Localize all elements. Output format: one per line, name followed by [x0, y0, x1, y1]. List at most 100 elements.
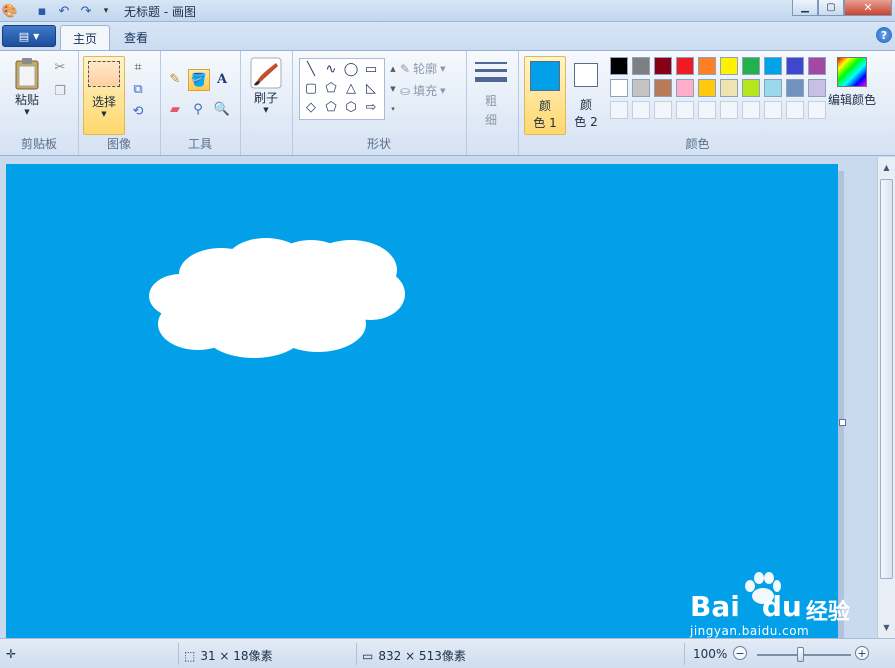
palette-swatch[interactable]: [654, 57, 672, 75]
shapes-more-icon[interactable]: ▾: [383, 99, 403, 119]
pentagon-shape-icon[interactable]: ⬠: [321, 98, 341, 116]
outline-button[interactable]: ✎ 轮廓 ▼: [400, 60, 445, 77]
custom-color-slot[interactable]: [742, 101, 760, 119]
custom-color-slot[interactable]: [632, 101, 650, 119]
crop-icon[interactable]: ⌗: [128, 57, 148, 77]
shapes-gallery[interactable]: ╲ ∿ ◯ ▭ ▢ ⬠ △ ◺ ◇ ⬠ ⬡ ⇨: [299, 58, 385, 120]
status-divider: [178, 643, 179, 665]
close-button[interactable]: ✕: [844, 0, 892, 16]
palette-swatch[interactable]: [676, 57, 694, 75]
rounded-rectangle-shape-icon[interactable]: ▢: [301, 79, 321, 97]
group-label-colors: 颜色: [685, 137, 710, 151]
canvas-resize-handle[interactable]: [839, 419, 846, 426]
oval-shape-icon[interactable]: ◯: [341, 60, 361, 78]
hexagon-shape-icon[interactable]: ⬡: [341, 98, 361, 116]
select-button[interactable]: 选择 ▼: [83, 56, 125, 135]
custom-color-slot[interactable]: [764, 101, 782, 119]
eraser-icon[interactable]: ▰: [165, 99, 185, 119]
edit-colors-button[interactable]: 编辑颜色: [828, 57, 876, 108]
maximize-button[interactable]: ▢: [818, 0, 844, 16]
tab-home[interactable]: 主页: [60, 25, 110, 51]
drawing-canvas[interactable]: [6, 164, 838, 638]
undo-icon[interactable]: ↶: [56, 3, 72, 19]
application-menu-button[interactable]: ▤ ▼: [2, 25, 56, 47]
zoom-in-icon[interactable]: +: [855, 646, 869, 660]
palette-swatch[interactable]: [786, 79, 804, 97]
arrow-shape-icon[interactable]: ⇨: [361, 98, 381, 116]
ribbon-tabs: ▤ ▼ 主页 查看 ?: [0, 22, 895, 51]
group-shapes: ╲ ∿ ◯ ▭ ▢ ⬠ △ ◺ ◇ ⬠ ⬡ ⇨ ▲ ▼ ▾ ✎ 轮廓 ▼ ⛀ 填…: [292, 51, 467, 155]
tab-view[interactable]: 查看: [114, 25, 158, 50]
magnifier-icon[interactable]: 🔍: [212, 99, 232, 119]
fill-button[interactable]: ⛀ 填充 ▼: [400, 82, 445, 99]
zoom-slider-thumb[interactable]: [797, 647, 804, 662]
palette-swatch[interactable]: [632, 57, 650, 75]
palette-swatch[interactable]: [764, 57, 782, 75]
palette-swatch[interactable]: [610, 79, 628, 97]
scrollbar-thumb[interactable]: [880, 179, 893, 579]
cut-icon[interactable]: ✂: [50, 57, 70, 77]
palette-swatch[interactable]: [720, 79, 738, 97]
group-label-image: 图像: [106, 137, 131, 151]
polygon-shape-icon[interactable]: ⬠: [321, 79, 341, 97]
color-picker-icon[interactable]: ⚲: [188, 99, 208, 119]
size-button[interactable]: 粗 细: [474, 60, 508, 128]
custom-color-slot[interactable]: [720, 101, 738, 119]
fill-bucket-icon[interactable]: 🪣: [188, 69, 210, 91]
palette-swatch[interactable]: [742, 57, 760, 75]
palette-swatch[interactable]: [676, 79, 694, 97]
custom-color-slot[interactable]: [654, 101, 672, 119]
qat-customize-icon[interactable]: ▾: [98, 3, 114, 19]
palette-swatch[interactable]: [808, 79, 826, 97]
right-triangle-shape-icon[interactable]: ◺: [361, 79, 381, 97]
vertical-scrollbar[interactable]: ▲ ▼: [877, 157, 895, 638]
custom-color-slot[interactable]: [698, 101, 716, 119]
chevron-down-icon: ▼: [263, 106, 269, 114]
save-icon[interactable]: ▪: [34, 3, 50, 19]
image-size-text: 832 × 513像素: [378, 649, 466, 663]
rotate-icon[interactable]: ⟲: [128, 101, 148, 121]
color2-button[interactable]: 颜 色 2: [568, 56, 604, 133]
zoom-slider-track[interactable]: [757, 654, 851, 656]
text-icon[interactable]: A: [212, 69, 232, 89]
diamond-shape-icon[interactable]: ◇: [301, 98, 321, 116]
menu-icon: ▤: [18, 29, 30, 43]
palette-swatch[interactable]: [808, 57, 826, 75]
pencil-icon[interactable]: ✎: [165, 69, 185, 89]
brushes-button[interactable]: 刷子 ▼: [248, 57, 284, 114]
palette-swatch[interactable]: [698, 79, 716, 97]
resize-icon[interactable]: ⧉: [128, 79, 148, 99]
custom-color-slot[interactable]: [610, 101, 628, 119]
curve-shape-icon[interactable]: ∿: [321, 60, 341, 78]
watermark-url: jingyan.baidu.com: [690, 624, 810, 638]
custom-color-slot[interactable]: [786, 101, 804, 119]
paint-app-icon[interactable]: 🎨: [2, 3, 18, 19]
palette-swatch[interactable]: [786, 57, 804, 75]
redo-icon[interactable]: ↷: [78, 3, 94, 19]
palette-swatch[interactable]: [632, 79, 650, 97]
copy-icon[interactable]: ❐: [50, 81, 70, 101]
scroll-down-icon[interactable]: ▼: [879, 619, 894, 635]
zoom-out-icon[interactable]: −: [733, 646, 747, 660]
palette-swatch[interactable]: [654, 79, 672, 97]
minimize-button[interactable]: ▁: [792, 0, 818, 16]
help-icon[interactable]: ?: [876, 27, 892, 43]
palette-swatch[interactable]: [610, 57, 628, 75]
triangle-shape-icon[interactable]: △: [341, 79, 361, 97]
watermark-brand2: du: [761, 590, 802, 623]
palette-swatch[interactable]: [698, 57, 716, 75]
custom-color-slot[interactable]: [676, 101, 694, 119]
outline-label: 轮廓: [413, 62, 438, 76]
size-line-2: [475, 69, 507, 72]
palette-swatch[interactable]: [720, 57, 738, 75]
paste-button[interactable]: 粘贴 ▼: [10, 57, 44, 116]
line-shape-icon[interactable]: ╲: [301, 60, 321, 78]
palette-swatch[interactable]: [742, 79, 760, 97]
size-line-3: [475, 77, 507, 82]
custom-color-slot[interactable]: [808, 101, 826, 119]
palette-swatch[interactable]: [764, 79, 782, 97]
baidu-watermark: Bai du 经验 jingyan.baidu.com: [690, 572, 860, 638]
color1-button[interactable]: 颜 色 1: [524, 56, 566, 135]
rectangle-shape-icon[interactable]: ▭: [361, 60, 381, 78]
scroll-up-icon[interactable]: ▲: [879, 159, 894, 175]
